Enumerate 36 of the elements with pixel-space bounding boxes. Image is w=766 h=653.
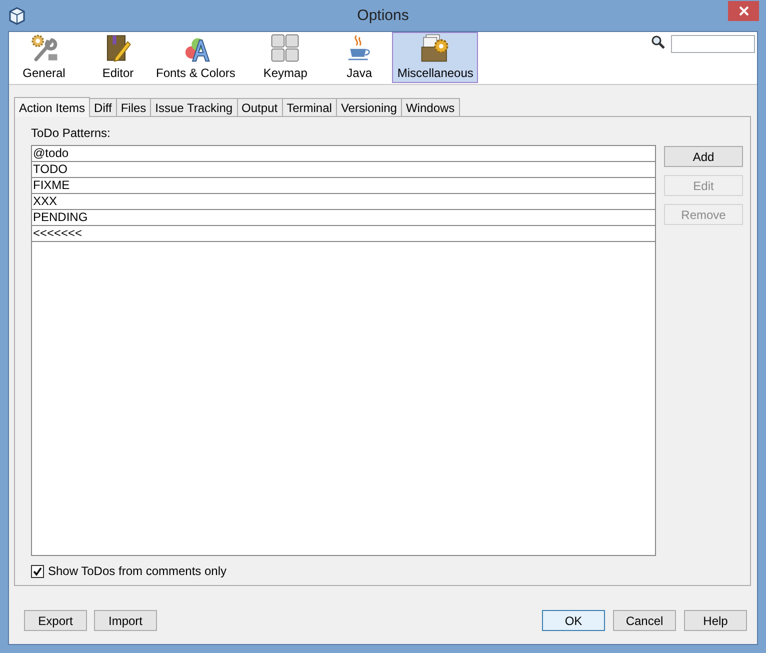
pattern-row[interactable]: PENDING	[32, 210, 655, 226]
pattern-row[interactable]: FIXME	[32, 178, 655, 194]
side-button[interactable]: Add	[664, 146, 743, 167]
footer-button[interactable]: OK	[542, 610, 605, 631]
pattern-row[interactable]: <<<<<<<	[32, 226, 655, 242]
tab[interactable]: Output	[236, 98, 283, 116]
check-icon	[33, 566, 42, 576]
app-icon	[9, 6, 25, 24]
close-button[interactable]	[728, 1, 759, 21]
category-button[interactable]: Editor	[89, 32, 147, 83]
tab[interactable]: Action Items	[14, 97, 90, 117]
category-button[interactable]: Keymap	[256, 32, 314, 83]
window-title: Options	[357, 7, 409, 24]
tab[interactable]: Diff	[89, 98, 117, 116]
checkbox[interactable]	[31, 564, 44, 578]
pattern-row[interactable]: XXX	[32, 194, 655, 210]
category-button[interactable]: Miscellaneous	[392, 32, 478, 83]
close-icon	[738, 6, 748, 16]
category-button[interactable]: Java	[330, 32, 388, 83]
patterns-label: ToDo Patterns:	[31, 126, 112, 142]
tab[interactable]: Issue Tracking	[150, 98, 238, 116]
tab[interactable]: Terminal	[282, 98, 337, 116]
checkbox-label: Show ToDos from comments only	[48, 564, 227, 578]
category-button[interactable]: General	[15, 32, 73, 83]
search-icon	[651, 35, 665, 49]
tab[interactable]: Windows	[400, 98, 460, 116]
footer-button[interactable]: Import	[94, 610, 157, 631]
pattern-row[interactable]: TODO	[32, 162, 655, 178]
footer-button[interactable]: Cancel	[613, 610, 676, 631]
search-field[interactable]	[671, 35, 755, 53]
tab[interactable]: Versioning	[336, 98, 402, 116]
footer-button[interactable]: Help	[684, 610, 747, 631]
tab[interactable]: Files	[116, 98, 152, 116]
pattern-row[interactable]: @todo	[32, 146, 655, 162]
footer-button[interactable]: Export	[24, 610, 87, 631]
category-button[interactable]: Fonts & Colors	[151, 32, 240, 83]
